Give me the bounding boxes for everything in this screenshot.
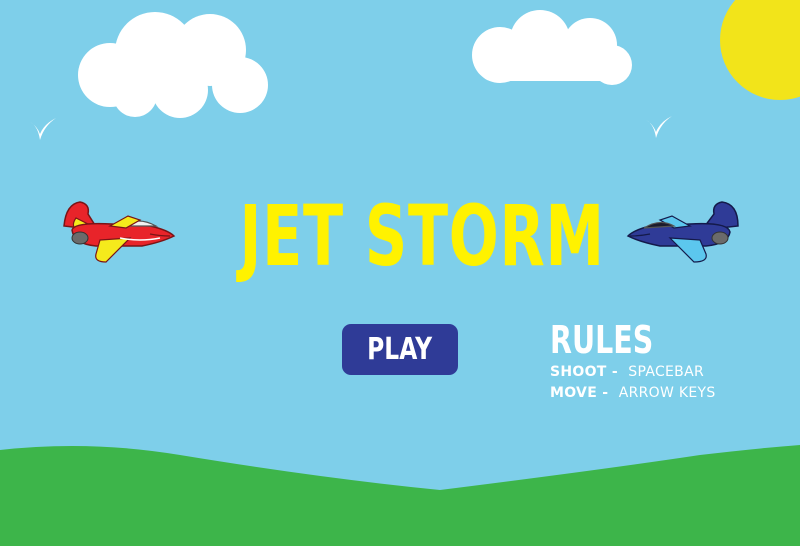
play-button[interactable]: PLAY (342, 324, 458, 375)
rule-shoot-key: SHOOT (550, 364, 607, 380)
game-scene: JET STORM PLAY RULES SHOOT - SPACEBAR MO… (0, 0, 800, 546)
bird-right (646, 116, 672, 138)
cloud-right (472, 10, 632, 85)
rule-move-value: ARROW KEYS (618, 385, 716, 401)
sun (720, 0, 800, 100)
rule-shoot-sep: - (606, 364, 629, 380)
rules-panel: RULES SHOOT - SPACEBAR MOVE - ARROW KEYS (550, 318, 716, 404)
bird-left (30, 118, 56, 140)
rule-shoot: SHOOT - SPACEBAR (550, 362, 716, 383)
red-jet (63, 201, 176, 263)
blue-jet (626, 201, 739, 263)
grass-hills (0, 445, 800, 546)
rules-heading: RULES (550, 318, 654, 362)
play-button-label: PLAY (367, 332, 433, 367)
rule-move-key: MOVE (550, 385, 598, 401)
game-title: JET STORM (239, 187, 605, 285)
rule-move: MOVE - ARROW KEYS (550, 383, 716, 404)
rule-shoot-value: SPACEBAR (628, 364, 704, 380)
rule-move-sep: - (597, 385, 619, 401)
cloud-left (78, 12, 268, 118)
